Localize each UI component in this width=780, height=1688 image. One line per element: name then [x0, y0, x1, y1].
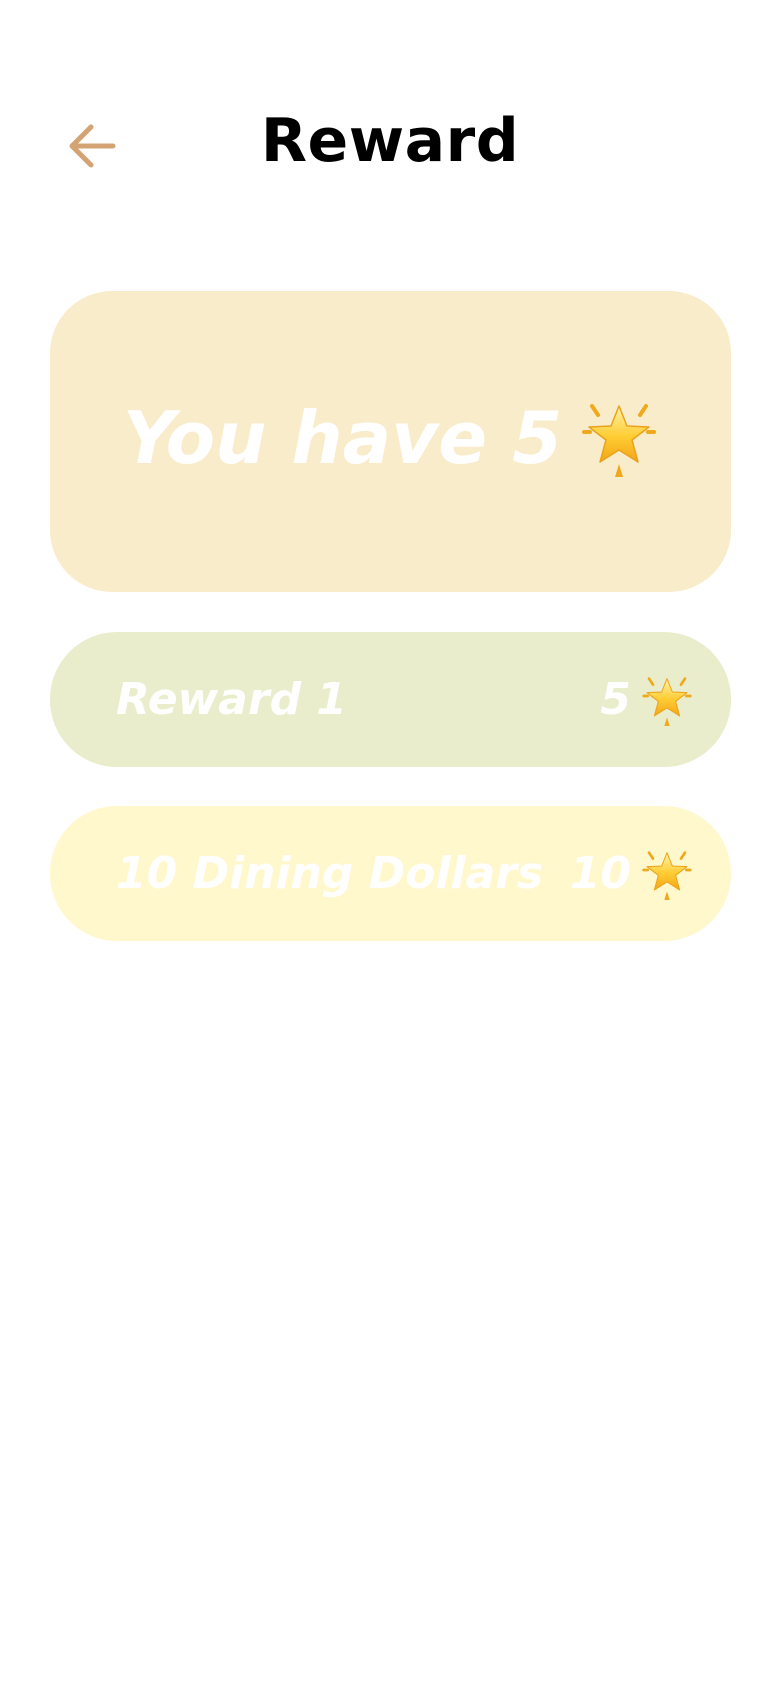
reward-screen: Reward You have 5 Reward 1 5 10 Dining D…	[0, 0, 780, 1688]
reward-cost: 10	[569, 848, 631, 899]
reward-item[interactable]: Reward 1 5	[50, 632, 731, 767]
reward-cost: 5	[600, 674, 631, 725]
glowing-star-icon	[642, 850, 692, 900]
reward-name: Reward 1	[116, 674, 347, 725]
page-title: Reward	[260, 106, 520, 176]
balance-summary: You have 5	[123, 396, 658, 480]
balance-card: You have 5	[50, 291, 731, 592]
reward-cost-group: 5	[600, 673, 693, 727]
reward-name: 10 Dining Dollars	[116, 848, 544, 899]
glowing-star-icon	[642, 676, 692, 726]
glowing-star-icon	[582, 403, 657, 477]
reward-item[interactable]: 10 Dining Dollars 10	[50, 806, 731, 941]
header: Reward	[0, 100, 780, 190]
reward-cost-group: 10	[570, 847, 693, 901]
balance-label: You have 5	[122, 395, 563, 480]
